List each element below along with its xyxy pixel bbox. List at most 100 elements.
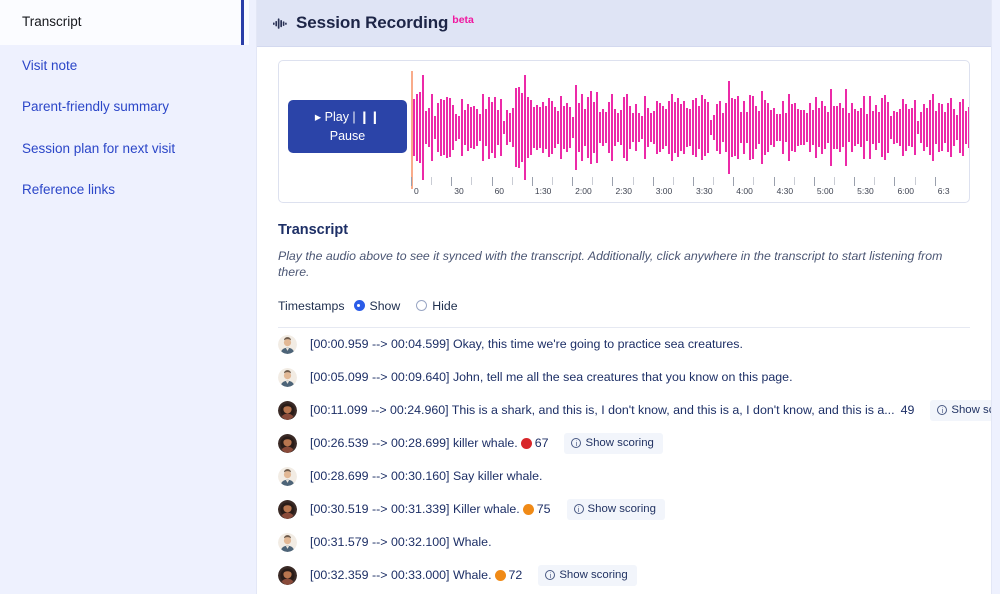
avatar — [278, 499, 297, 519]
show-scoring-button[interactable]: iShow scoring — [538, 564, 637, 586]
ruler-tick-line — [914, 177, 916, 185]
ruler-tick-label: 6:3 — [937, 186, 950, 196]
waveform-bar — [851, 103, 853, 152]
waveform-bar — [683, 101, 685, 154]
audio-waveform-icon — [273, 17, 288, 30]
waveform-bar — [557, 111, 559, 144]
info-circle-icon: i — [937, 404, 948, 415]
waveform-bar — [917, 120, 919, 135]
audio-player-card: ▸ Play | ❙❙ Pause 0 30 60 1:30 2:00 2:30 3:00 3… — [278, 60, 970, 203]
waveform-bar — [500, 99, 502, 156]
waveform-bar — [425, 111, 427, 144]
waveform-bar — [497, 109, 499, 146]
waveform-bar — [584, 108, 586, 147]
ruler-tick: 3:00 — [652, 177, 672, 196]
ruler-tick-label: 60 — [494, 186, 505, 196]
transcript-line[interactable]: [00:31.579 --> 00:32.100] Whale. — [278, 526, 970, 559]
waveform-bar — [485, 109, 487, 146]
avatar — [278, 367, 297, 387]
waveform-bar — [581, 94, 583, 161]
waveform-bar — [806, 112, 808, 143]
waveform-bar — [848, 113, 850, 142]
sidebar-item-label: Reference links — [22, 182, 116, 198]
waveform-bar — [440, 99, 442, 156]
transcript-line[interactable]: [00:11.099 --> 00:24.960] This is a shar… — [278, 394, 991, 427]
transcript-line[interactable]: [00:26.539 --> 00:28.699] killer whale. 6… — [278, 427, 970, 460]
ruler-tick-minor — [834, 177, 836, 195]
waveform-area[interactable]: 0 30 60 1:30 2:00 2:30 3:00 3:30 4:00 4:30 5:00 5:3… — [409, 61, 969, 202]
sidebar-item-transcript[interactable]: Transcript — [0, 0, 249, 45]
transcript-line-text: [00:26.539 --> 00:28.699] killer whale. — [310, 436, 518, 451]
waveform-bar — [704, 98, 706, 157]
waveform-bar — [728, 80, 730, 175]
sidebar-item-label: Session plan for next visit — [22, 140, 176, 156]
ruler-tick: 5:30 — [854, 177, 874, 196]
sidebar-item-parent-friendly-summary[interactable]: Parent-friendly summary — [0, 86, 249, 128]
waveform-bar — [869, 95, 871, 160]
waveform-bar — [575, 85, 577, 170]
show-scoring-button[interactable]: iShow scoring — [566, 498, 665, 520]
transcript-line[interactable]: [00:00.959 --> 00:04.599] Okay, this tim… — [278, 328, 970, 361]
waveform-bar — [659, 102, 661, 153]
waveform-bar — [608, 102, 610, 153]
waveform-bar — [821, 101, 823, 154]
waveform-bar — [479, 113, 481, 142]
transcript-line[interactable]: [00:05.099 --> 00:09.640] John, tell me … — [278, 361, 970, 394]
sidebar-item-reference-links[interactable]: Reference links — [0, 169, 249, 211]
waveform-bar — [965, 110, 967, 145]
ruler-tick: 2:00 — [572, 177, 592, 196]
waveform-bar — [503, 121, 505, 134]
sidebar-item-label: Parent-friendly summary — [22, 99, 170, 115]
sidebar-item-session-plan-for-next-visit[interactable]: Session plan for next visit — [0, 128, 249, 170]
waveform-bar — [896, 111, 898, 144]
ruler-tick-line — [632, 177, 634, 185]
ruler-tick-minor — [471, 177, 473, 195]
ruler-tick: 5:00 — [813, 177, 833, 196]
show-scoring-button[interactable]: iShow scoring — [564, 432, 663, 454]
waveform-bar — [476, 108, 478, 147]
panel-header: Session Recording beta — [257, 0, 991, 47]
transcript-line[interactable]: [00:32.359 --> 00:33.000] Whale. 72 i Show … — [278, 559, 970, 592]
show-scoring-button[interactable]: iShow scoring — [930, 399, 991, 421]
radio-hide[interactable]: Hide — [416, 299, 458, 313]
ruler-tick-line — [471, 177, 473, 185]
waveform-bar — [923, 103, 925, 152]
waveform-bar — [671, 94, 673, 161]
transcript-line[interactable]: [00:28.699 --> 00:30.160] Say killer wha… — [278, 460, 970, 493]
transcript-line[interactable]: [00:30.519 --> 00:31.339] Killer whale. 7… — [278, 493, 970, 526]
waveform-bar — [968, 107, 969, 148]
avatar — [278, 334, 297, 354]
avatar — [278, 433, 297, 453]
waveform-bar — [908, 108, 910, 147]
waveform-bar — [800, 110, 802, 145]
waveform-bar — [860, 108, 862, 147]
radio-hide-indicator[interactable] — [416, 300, 428, 312]
ruler-tick: 4:00 — [733, 177, 753, 196]
sidebar-item-visit-note[interactable]: Visit note — [0, 45, 249, 87]
timeline-ruler[interactable]: 0 30 60 1:30 2:00 2:30 3:00 3:30 4:00 4:30 5:00 5:3… — [411, 175, 969, 196]
radio-show-indicator[interactable] — [353, 300, 365, 312]
ruler-tick-line — [411, 177, 412, 186]
waveform-bar — [665, 108, 667, 147]
score-status-dot — [522, 503, 534, 515]
radio-show[interactable]: Show — [353, 298, 401, 313]
waveform-bar — [719, 101, 721, 154]
waveform-bar — [602, 109, 604, 146]
ruler-tick-minor — [672, 177, 674, 195]
ruler-tick-minor — [431, 177, 433, 195]
waveform-bar — [884, 94, 886, 161]
waveform-bar — [737, 96, 739, 159]
show-scoring-label: Show scoring — [587, 502, 656, 515]
ruler-tick-line — [451, 177, 453, 186]
waveform-bar — [731, 98, 733, 157]
waveform-bar — [812, 110, 814, 145]
waveform[interactable] — [413, 75, 969, 180]
waveform-bar — [470, 106, 472, 149]
transcript-heading: Transcript — [278, 222, 349, 238]
radio-show-label: Show — [369, 298, 401, 313]
waveform-bar — [623, 96, 625, 159]
waveform-bar — [461, 99, 463, 156]
waveform-bar — [689, 108, 691, 147]
waveform-bar — [464, 110, 466, 145]
play-pause-button[interactable]: ▸ Play | ❙❙ Pause — [288, 100, 407, 153]
